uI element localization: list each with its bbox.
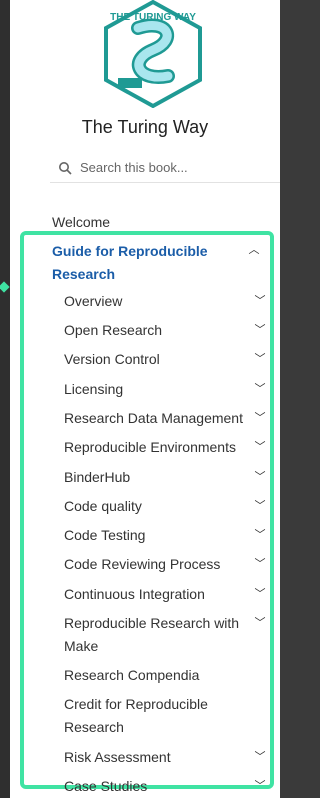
chevron-down-icon[interactable]: ﹀ bbox=[254, 617, 266, 629]
nav-item-label: Licensing bbox=[64, 381, 124, 397]
chevron-down-icon[interactable]: ﹀ bbox=[254, 558, 266, 570]
nav-item[interactable]: Licensing ﹀ bbox=[64, 378, 266, 401]
nav-item-label: Reproducible Research with Make bbox=[64, 615, 240, 654]
nav-item-label: Case Studies bbox=[64, 778, 148, 794]
nav-item[interactable]: Research Compendia bbox=[64, 664, 254, 687]
nav-item-label: Reproducible Environments bbox=[64, 439, 236, 455]
nav-item[interactable]: Code Reviewing Process ﹀ bbox=[64, 553, 266, 576]
nav-item[interactable]: Version Control ﹀ bbox=[64, 348, 266, 371]
chevron-down-icon[interactable]: ﹀ bbox=[254, 441, 266, 453]
nav-item-label: Research Data Management bbox=[64, 410, 243, 426]
chevron-down-icon[interactable]: ﹀ bbox=[254, 412, 266, 424]
search-placeholder: Search this book... bbox=[80, 160, 188, 175]
nav-item[interactable]: Reproducible Environments ﹀ bbox=[64, 436, 266, 459]
chevron-down-icon[interactable]: ﹀ bbox=[254, 529, 266, 541]
nav-item-label: Continuous Integration bbox=[64, 586, 205, 602]
nav-item-welcome[interactable]: Welcome bbox=[52, 214, 110, 230]
nav-item-label: Research Compendia bbox=[64, 667, 200, 683]
nav-item[interactable]: BinderHub ﹀ bbox=[64, 466, 266, 489]
nav-item-label: Code quality bbox=[64, 498, 142, 514]
search-icon bbox=[59, 162, 72, 175]
chevron-down-icon[interactable]: ﹀ bbox=[254, 324, 266, 336]
nav-item[interactable]: Research Data Management ﹀ bbox=[64, 407, 266, 430]
nav-item-label: Credit for Reproducible Research bbox=[64, 696, 208, 735]
nav-item-label: Open Research bbox=[64, 322, 163, 338]
chevron-down-icon[interactable]: ﹀ bbox=[254, 353, 266, 365]
nav-item-label: Code Reviewing Process bbox=[64, 556, 221, 572]
page-left-gutter bbox=[0, 0, 10, 798]
nav-item[interactable]: Case Studies ﹀ bbox=[64, 775, 266, 798]
chevron-down-icon[interactable]: ﹀ bbox=[254, 500, 266, 512]
chevron-down-icon[interactable]: ﹀ bbox=[254, 295, 266, 307]
turing-way-logo[interactable]: THE TURING WAY bbox=[98, 0, 208, 108]
nav-item-label: Risk Assessment bbox=[64, 749, 171, 765]
chevron-down-icon[interactable]: ﹀ bbox=[254, 383, 266, 395]
nav-item[interactable]: Overview ﹀ bbox=[64, 290, 266, 313]
chevron-up-icon[interactable]: ︿ bbox=[248, 244, 260, 256]
nav-item-label: Code Testing bbox=[64, 527, 146, 543]
nav-section-guide-for-reproducible-research[interactable]: Guide for Reproducible Research bbox=[52, 240, 242, 286]
nav-item[interactable]: Code quality ﹀ bbox=[64, 495, 266, 518]
book-title[interactable]: The Turing Way bbox=[10, 117, 280, 138]
nav-item-label: Version Control bbox=[64, 351, 160, 367]
nav-item-label: Overview bbox=[64, 293, 123, 309]
sidebar: THE TURING WAY The Turing Way Search thi… bbox=[10, 0, 280, 798]
chevron-down-icon[interactable]: ﹀ bbox=[254, 751, 266, 763]
chevron-down-icon[interactable]: ﹀ bbox=[254, 588, 266, 600]
search-input[interactable]: Search this book... bbox=[50, 152, 280, 183]
nav-item[interactable]: Continuous Integration ﹀ bbox=[64, 583, 266, 606]
logo-text: THE TURING WAY bbox=[110, 12, 196, 23]
nav-item[interactable]: Risk Assessment ﹀ bbox=[64, 746, 266, 769]
nav-item[interactable]: Code Testing ﹀ bbox=[64, 524, 266, 547]
nav-item-label: BinderHub bbox=[64, 469, 131, 485]
chevron-down-icon[interactable]: ﹀ bbox=[254, 471, 266, 483]
nav-item[interactable]: Reproducible Research with Make ﹀ bbox=[64, 612, 266, 658]
nav-item[interactable]: Credit for Reproducible Research bbox=[64, 693, 254, 739]
nav-item[interactable]: Open Research ﹀ bbox=[64, 319, 266, 342]
chevron-down-icon[interactable]: ﹀ bbox=[254, 780, 266, 792]
